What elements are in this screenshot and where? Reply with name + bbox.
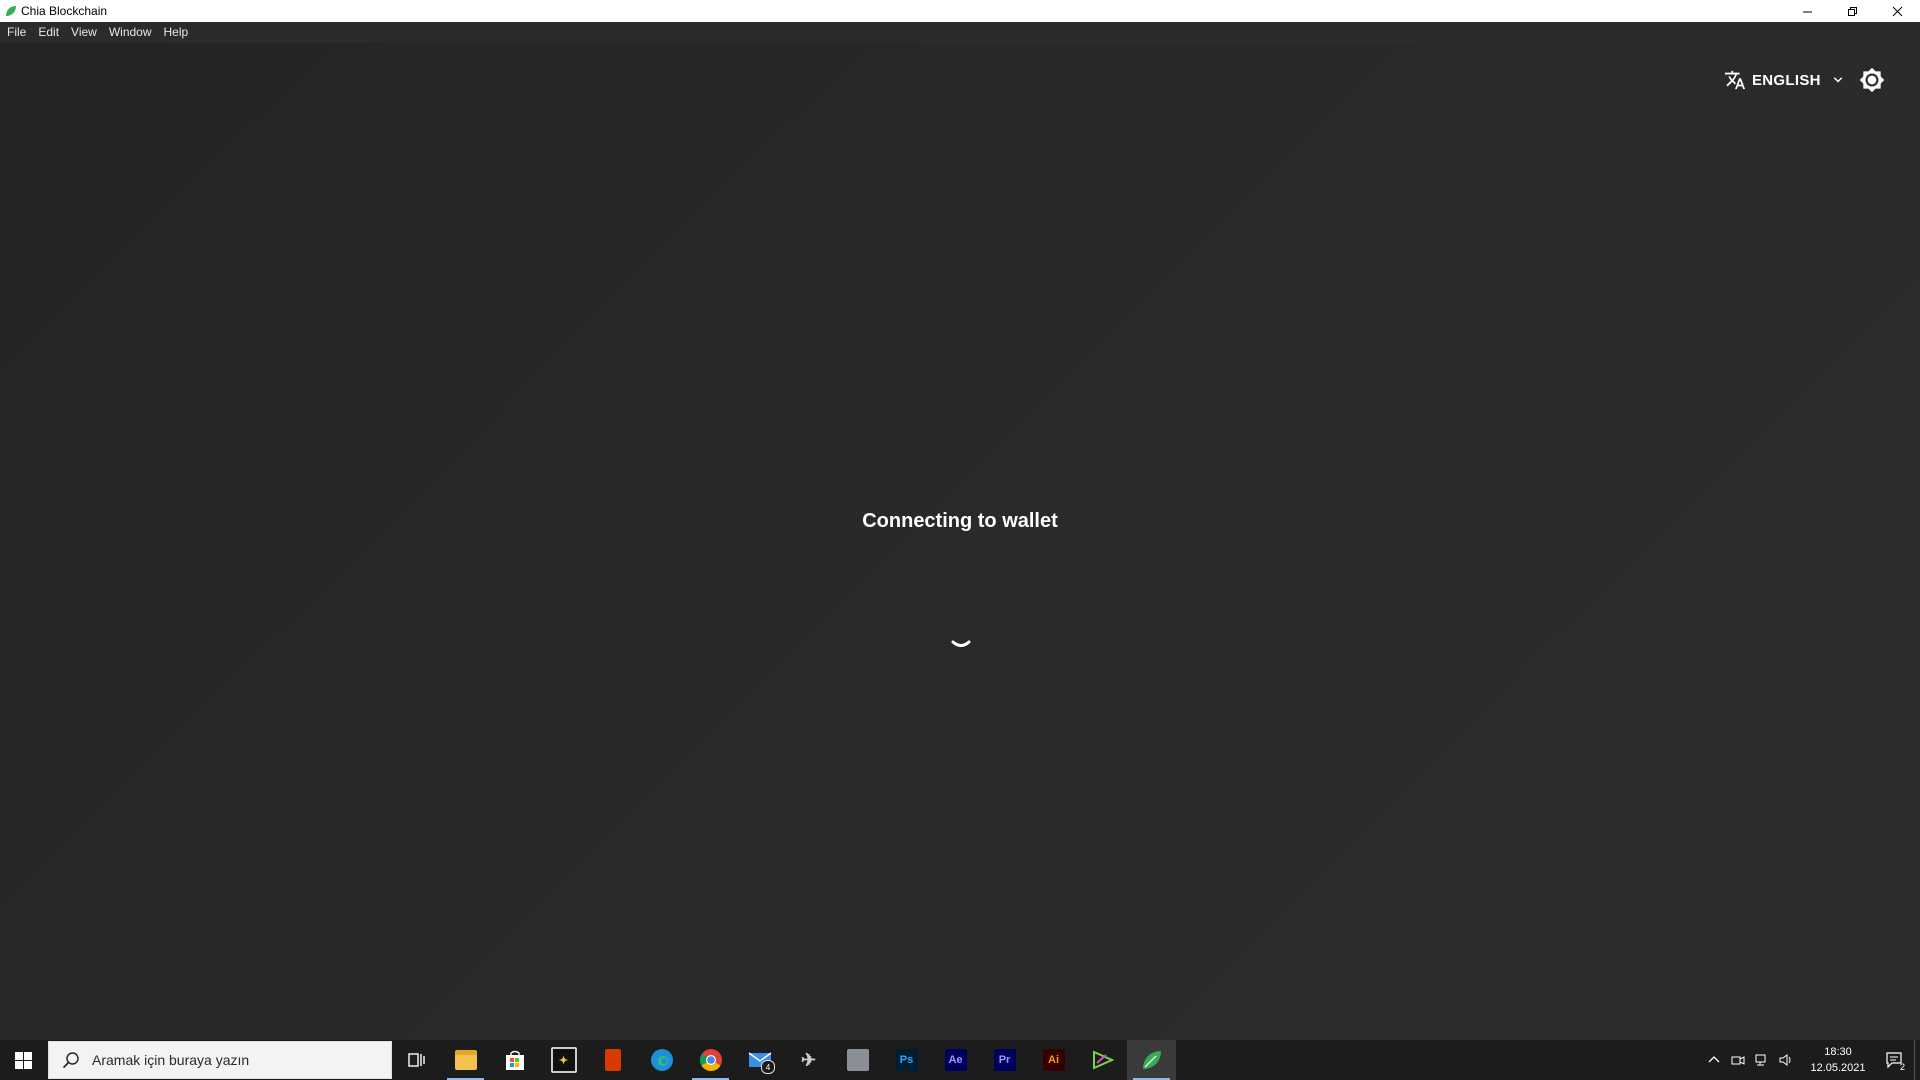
app-content: ENGLISH Connecting to wallet [0,43,1920,1040]
start-button[interactable] [0,1040,46,1080]
app-icon [846,1049,869,1071]
taskbar-chrome[interactable] [686,1040,735,1080]
app-icon: ✦ [550,1047,577,1073]
clock-date: 12.05.2021 [1810,1062,1866,1074]
theme-toggle-button[interactable] [1857,61,1887,99]
taskbar-search-box[interactable] [48,1041,392,1079]
language-label: ENGLISH [1752,71,1821,89]
taskbar-app-1[interactable]: ✦ [539,1040,588,1080]
taskbar-chia[interactable] [1127,1040,1176,1080]
file-explorer-icon [454,1050,477,1070]
taskbar-after-effects[interactable]: Ae [931,1040,980,1080]
tray-overflow-button[interactable] [1702,1040,1726,1080]
taskbar-app-2[interactable]: ✈ [784,1040,833,1080]
chevron-up-icon [1708,1056,1720,1063]
tray-volume-button[interactable] [1774,1040,1798,1080]
chevron-down-icon [1833,77,1843,83]
taskbar-file-explorer[interactable] [441,1040,490,1080]
title-bar: Chia Blockchain [0,0,1920,22]
search-icon [62,1052,79,1069]
edge-icon [650,1049,673,1071]
illustrator-icon: Ai [1042,1049,1065,1071]
taskbar-mail[interactable]: 4 [735,1040,784,1080]
window-title: Chia Blockchain [21,4,108,18]
taskbar: ✦ 4 ✈ [0,1040,1920,1080]
taskbar-photoshop[interactable]: Ps [882,1040,931,1080]
action-center-button[interactable]: 2 [1874,1040,1914,1080]
app-icon [1092,1050,1114,1070]
taskbar-clock[interactable]: 18:30 12.05.2021 [1802,1044,1874,1076]
menu-edit[interactable]: Edit [32,22,65,43]
mail-badge: 4 [761,1060,775,1074]
chia-icon [1142,1051,1161,1069]
menu-file[interactable]: File [0,22,32,43]
network-icon [1755,1054,1766,1066]
volume-icon [1779,1054,1791,1066]
windows-logo-icon [14,1051,32,1069]
premiere-icon: Pr [993,1049,1016,1071]
task-view-icon [407,1053,425,1067]
tray-network-button[interactable] [1750,1040,1774,1080]
taskbar-apps: ✦ 4 ✈ Ps Ae Pr Ai [392,1040,1176,1080]
task-view-button[interactable] [392,1040,441,1080]
taskbar-premiere[interactable]: Pr [980,1040,1029,1080]
taskbar-microsoft-store[interactable] [490,1040,539,1080]
loading-spinner-icon [951,640,971,647]
photoshop-icon: Ps [895,1049,918,1071]
restore-button[interactable] [1830,0,1875,22]
window-controls [1785,0,1920,22]
chrome-icon [699,1049,722,1071]
minimize-button[interactable] [1785,0,1830,22]
menu-bar: File Edit View Window Help [0,22,1920,43]
camera-icon [1731,1056,1745,1065]
menu-view[interactable]: View [65,22,103,43]
tray-meet-button[interactable] [1726,1040,1750,1080]
taskbar-office[interactable] [588,1040,637,1080]
translate-icon [1724,70,1746,90]
notification-count: 2 [1899,1062,1905,1072]
chia-leaf-icon [6,6,16,16]
status-title: Connecting to wallet [862,510,1058,532]
close-icon [1892,6,1903,16]
restore-icon [1848,6,1857,16]
minimize-icon [1803,11,1812,12]
close-button[interactable] [1875,0,1920,22]
taskbar-app-3[interactable] [833,1040,882,1080]
clock-time: 18:30 [1824,1046,1852,1058]
brightness-icon [1859,67,1885,93]
taskbar-app-4[interactable] [1078,1040,1127,1080]
show-desktop-button[interactable] [1914,1040,1920,1080]
taskbar-edge[interactable] [637,1040,686,1080]
app-icon: ✈ [800,1049,817,1070]
office-icon [604,1049,621,1071]
microsoft-store-icon [505,1050,524,1070]
language-selector-button[interactable]: ENGLISH [1724,63,1847,97]
after-effects-icon: Ae [944,1049,967,1071]
system-tray: 18:30 12.05.2021 2 [1702,1040,1920,1080]
menu-window[interactable]: Window [103,22,158,43]
menu-help[interactable]: Help [158,22,195,43]
search-input[interactable] [90,1051,384,1069]
taskbar-illustrator[interactable]: Ai [1029,1040,1078,1080]
